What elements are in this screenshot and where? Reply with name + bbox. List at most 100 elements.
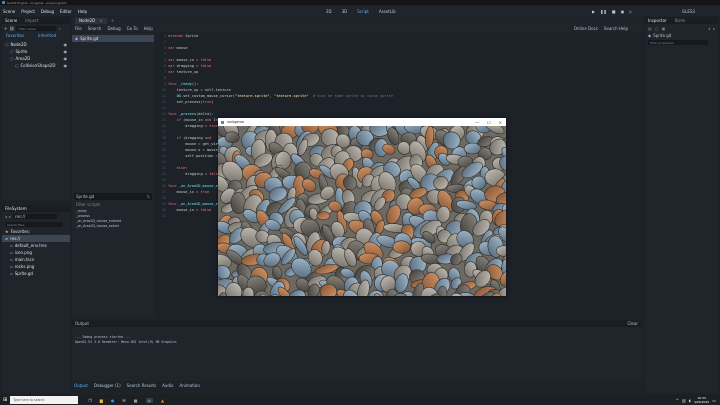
renderer-label[interactable]: GLES3 (682, 9, 695, 14)
inspector-object-name[interactable]: Sprite.gd (653, 33, 671, 38)
bottom-panel-tab[interactable]: Debugger (1) (94, 383, 121, 388)
online-docs-button[interactable]: Online Docs (574, 26, 598, 31)
game-window[interactable]: rockgame — ☐ × (218, 118, 506, 296)
script-menu-item[interactable]: File (75, 26, 82, 31)
vlc-icon[interactable]: ▲ (161, 398, 164, 403)
clock[interactable]: 10:34 4/26/2020 (694, 396, 709, 404)
instance-scene-icon[interactable]: ⛓ (9, 26, 14, 31)
scene-tab-node2d[interactable]: Node2D × (75, 17, 107, 24)
open-script-item[interactable]: ◆ Sprite.gd (72, 35, 154, 42)
maximize-icon[interactable]: ☐ (487, 120, 491, 125)
visibility-icon[interactable]: ◉ (64, 42, 68, 47)
script-filter-placeholder[interactable]: Filter scripts (76, 202, 100, 207)
scene-tree-node[interactable]: ○ Sprite ◉ (2, 48, 70, 55)
filesystem-item[interactable]: ▫ main.tscn (2, 256, 70, 263)
scene-tree-node[interactable]: ○ Node2D ◉ (2, 41, 70, 48)
filesystem-item[interactable]: ▫ default_env.tres (2, 242, 70, 249)
scene-subtab[interactable]: Inherited (38, 33, 56, 38)
main-menu: Scene Project Debug Editor Help (3, 9, 87, 14)
scene-subtab[interactable]: Favorites (6, 33, 24, 38)
file-icon: ▫ (10, 271, 13, 276)
script-menu-item[interactable]: Go To (127, 26, 138, 31)
filesystem-search-input[interactable]: Search files (5, 221, 63, 227)
bottom-panel-tab[interactable]: Audio (162, 383, 173, 388)
bottom-panel-tab[interactable]: Output (74, 383, 88, 388)
code-token: (dragging (180, 136, 205, 140)
new-resource-icon[interactable]: ▤ (648, 26, 652, 31)
rock (230, 192, 246, 214)
taskbar-search-box[interactable]: Type here to search (10, 396, 79, 404)
close-tab-icon[interactable]: × (99, 18, 102, 23)
inspector-tab[interactable]: Inspector (648, 18, 667, 23)
scene-filter-input[interactable]: Filter nodes (16, 25, 57, 31)
volume-icon[interactable]: ◖ (689, 398, 691, 403)
line-number: 31 (161, 214, 166, 218)
godot-taskbar-icon[interactable]: ◉ (145, 397, 154, 403)
filesystem-item[interactable]: ▰ res:// (2, 235, 70, 242)
method-item[interactable]: _on_Area2D_mouse_exited (76, 224, 121, 229)
forward-arrow-icon[interactable]: ▸ (9, 214, 11, 219)
pause-icon[interactable]: ❚❚ (600, 9, 607, 14)
scene-tree-node[interactable]: ○ CollisionShape2D ◉ (2, 62, 70, 69)
scene-dock-tab[interactable]: Scene (5, 18, 17, 23)
filesystem-path[interactable]: res:// (13, 213, 58, 219)
workspace-tab[interactable]: 2D (326, 9, 332, 14)
search-help-button[interactable]: Search Help (604, 26, 628, 31)
inspector-filter-input[interactable]: Filter properties (648, 40, 708, 45)
filesystem-item-label: main.tscn (14, 257, 35, 262)
back-arrow-icon[interactable]: ◂ (5, 214, 7, 219)
menu-item[interactable]: Help (78, 9, 87, 14)
script-menu-item[interactable]: Help (144, 26, 153, 31)
windows-start-icon[interactable]: ⊞ (3, 397, 7, 403)
visibility-icon[interactable]: ◉ (64, 63, 68, 68)
add-node-icon[interactable]: + (4, 26, 7, 31)
filesystem-item[interactable]: ★ Favorites: (2, 228, 70, 235)
browser-icon[interactable]: ● (111, 398, 115, 403)
add-scene-tab-icon[interactable]: + (111, 18, 114, 23)
menu-item[interactable]: Scene (3, 9, 15, 14)
stop-icon[interactable]: ■ (612, 9, 616, 14)
play-scene-icon[interactable]: ▣ (621, 9, 625, 14)
menu-item[interactable]: Project (21, 9, 35, 14)
store-icon[interactable]: ▦ (134, 398, 138, 403)
filesystem-item-label: Favorites: (10, 229, 31, 234)
folder-icon: ▰ (5, 236, 9, 241)
clear-output-button[interactable]: Clear (628, 321, 638, 326)
visibility-icon[interactable]: ◉ (64, 49, 68, 54)
script-menu-item[interactable]: Search (88, 26, 102, 31)
history-forward-icon[interactable]: ▸ (713, 26, 715, 31)
bottom-panel-tab[interactable]: Search Results (127, 383, 156, 388)
menu-item[interactable]: Debug (41, 9, 54, 14)
filesystem-item[interactable]: ▫ rocks.png (2, 263, 70, 270)
load-resource-icon[interactable]: ▢ (655, 26, 659, 31)
workspace-tab[interactable]: Script (357, 9, 369, 14)
play-icon[interactable]: ▶ (592, 9, 595, 14)
scene-tree-node[interactable]: ○ Area2D ◉ (2, 55, 70, 62)
history-back-icon[interactable]: ◂ (708, 26, 710, 31)
script-menu-item[interactable]: Debug (107, 26, 120, 31)
tray-chevron-icon[interactable]: ^ (676, 398, 679, 403)
network-icon[interactable]: ▥ (682, 398, 686, 403)
mail-icon[interactable]: ✉ (122, 398, 125, 403)
workspace-tab[interactable]: 3D (342, 9, 348, 14)
game-window-titlebar[interactable]: rockgame — ☐ × (218, 118, 506, 126)
visibility-icon[interactable]: ◉ (64, 56, 68, 61)
menu-item[interactable]: Editor (60, 9, 72, 14)
inspector-dock: Inspector Node ▤ ▢ ▣ ◂ ▸ ◆ Sprite.gd Filt… (645, 17, 718, 393)
filesystem-item[interactable]: ▫ Sprite.gd (2, 270, 70, 277)
workspace-tab[interactable]: AssetLib (379, 9, 396, 14)
bottom-panel-tab[interactable]: Animation (180, 383, 200, 388)
filesystem-item[interactable]: ▫ icon.png (2, 249, 70, 256)
minimize-icon[interactable]: — (475, 120, 479, 125)
save-resource-icon[interactable]: ▣ (662, 26, 666, 31)
play-custom-icon[interactable]: ▷ (629, 9, 632, 14)
task-view-icon[interactable]: ❐ (88, 398, 92, 403)
output-line: OpenGL ES 3.0 Renderer: Mesa DRI Intel(R… (75, 340, 177, 344)
node-icon: ○ (15, 63, 19, 68)
close-icon[interactable]: × (499, 120, 502, 125)
scene-dock-tab[interactable]: Import (25, 18, 38, 23)
sort-icon[interactable]: ⇅ (147, 194, 150, 199)
file-explorer-icon[interactable]: ▆ (100, 398, 103, 403)
notifications-icon[interactable]: ▭ (712, 398, 716, 403)
inspector-tab[interactable]: Node (675, 18, 685, 23)
